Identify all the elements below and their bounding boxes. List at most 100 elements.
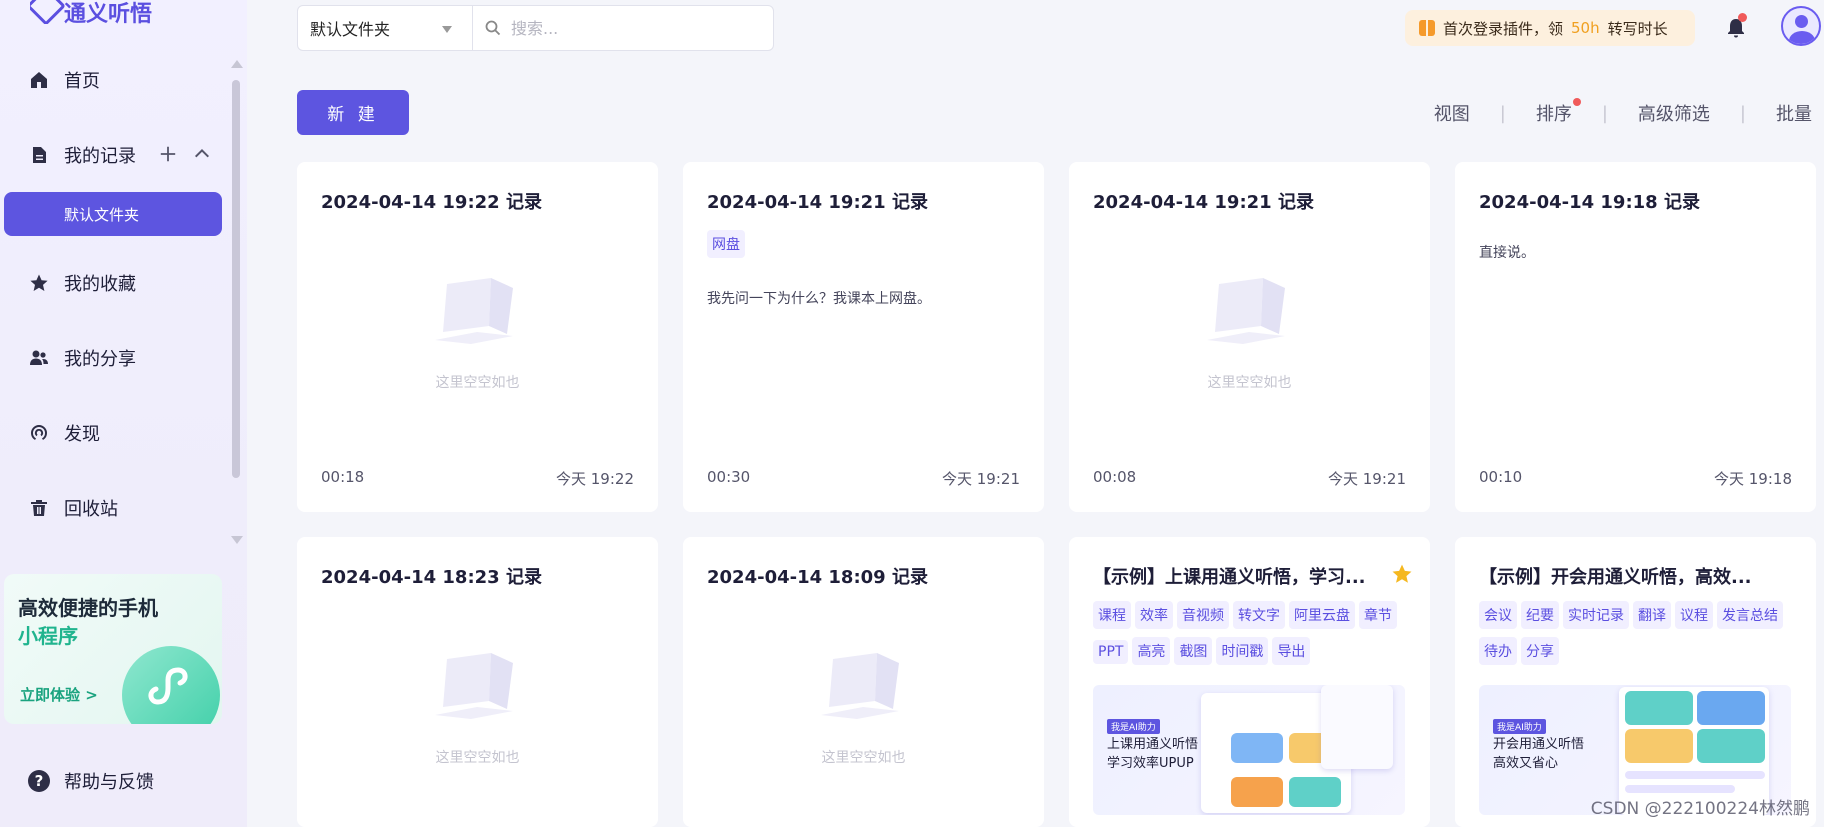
app-logo[interactable]: 通义听悟	[30, 0, 152, 24]
record-time: 今天 19:22	[556, 470, 634, 488]
search-box	[473, 6, 773, 50]
example-card-class[interactable]: 【示例】上课用通义听悟，学习... 课程 效率 音视频 转文字 阿里云盘 章节 PPT 高亮截…	[1069, 537, 1430, 827]
record-tag[interactable]: 阿里云盘	[1289, 601, 1355, 629]
folder-default[interactable]: 默认文件夹	[4, 192, 222, 236]
empty-text: 这里空空如也	[435, 375, 520, 391]
nav-home[interactable]: 首页	[28, 65, 100, 95]
miniprogram-promo[interactable]: 高效便捷的手机 小程序 立即体验 >	[4, 574, 222, 724]
record-tag[interactable]: 时间戳	[1216, 637, 1269, 665]
folder-select[interactable]: 默认文件夹	[298, 6, 473, 50]
promo-cta-link[interactable]: 立即体验 >	[20, 684, 98, 705]
folder-select-value: 默认文件夹	[310, 20, 391, 39]
empty-box-icon	[1207, 278, 1285, 344]
record-tag[interactable]: 实时记录	[1563, 601, 1629, 629]
nav-discover[interactable]: 发现	[28, 418, 100, 448]
record-card[interactable]: 2024-04-14 19:22 记录 这里空空如也 00:18 今天 19:2…	[297, 162, 658, 512]
preview-tile	[1289, 777, 1341, 807]
favorite-star-icon[interactable]	[1391, 563, 1413, 585]
record-tag[interactable]: 网盘	[707, 230, 745, 258]
preview-participant	[1697, 691, 1765, 725]
sort-label: 排序	[1535, 104, 1572, 125]
home-icon	[28, 69, 50, 91]
record-tag[interactable]: 截图	[1174, 637, 1213, 665]
user-avatar[interactable]	[1781, 6, 1821, 46]
help-feedback[interactable]: ? 帮助与反馈	[28, 768, 154, 794]
record-tag[interactable]: 导出	[1272, 637, 1311, 665]
record-tag[interactable]: 转文字	[1233, 601, 1285, 629]
record-duration: 00:30	[707, 468, 751, 486]
plugin-promo-banner[interactable]: 首次登录插件，领 50h 转写时长	[1405, 10, 1695, 46]
record-card[interactable]: 2024-04-14 19:21 记录 这里空空如也 00:08 今天 19:2…	[1069, 162, 1430, 512]
view-button[interactable]: 视图	[1434, 100, 1470, 126]
advanced-filter-button[interactable]: 高级筛选	[1638, 100, 1710, 126]
preview-badge: 我是AI助力	[1493, 719, 1546, 734]
record-title: 【示例】上课用通义听悟，学习...	[1093, 567, 1366, 588]
record-tag[interactable]: 音视频	[1177, 601, 1229, 629]
preview-caption: 开会用通义听悟 高效又省心	[1493, 735, 1584, 773]
discover-icon	[28, 422, 50, 444]
record-tag[interactable]: 课程	[1093, 601, 1131, 629]
toolbar-divider: |	[1499, 102, 1506, 124]
empty-box-icon	[435, 278, 513, 344]
watermark: CSDN @222100224林然鹏	[1590, 799, 1810, 819]
toolbar-divider: |	[1739, 102, 1746, 124]
nav-discover-label: 发现	[64, 424, 100, 445]
record-tag[interactable]: 翻译	[1633, 601, 1671, 629]
nav-my-shares[interactable]: 我的分享	[28, 343, 136, 373]
plus-icon[interactable]	[158, 144, 178, 164]
scroll-up-arrow[interactable]	[231, 60, 243, 68]
new-record-button[interactable]: 新 建	[297, 90, 409, 135]
nav-favorites[interactable]: 我的收藏	[28, 268, 136, 298]
record-actions	[158, 144, 212, 164]
nav-my-shares-label: 我的分享	[64, 349, 136, 370]
nav-my-records-label: 我的记录	[64, 146, 136, 167]
search-input[interactable]	[511, 18, 751, 38]
nav-trash-label: 回收站	[64, 499, 118, 520]
chevron-up-icon[interactable]	[192, 144, 212, 164]
record-tag[interactable]: 分享	[1521, 637, 1559, 665]
empty-box-icon	[821, 653, 899, 719]
empty-box-icon	[435, 653, 513, 719]
preview-tile	[1231, 733, 1283, 763]
preview-line1: 上课用通义听悟	[1107, 737, 1199, 752]
scroll-down-arrow[interactable]	[231, 536, 243, 544]
batch-button[interactable]: 批量	[1776, 100, 1812, 126]
record-tag[interactable]: 待办	[1479, 637, 1517, 665]
record-snippet: 直接说。	[1479, 245, 1535, 261]
record-tag[interactable]: 议程	[1675, 601, 1713, 629]
record-title: 2024-04-14 19:22 记录	[321, 192, 542, 213]
record-tag[interactable]: 发言总结	[1717, 601, 1783, 629]
record-title: 2024-04-14 19:21 记录	[707, 192, 928, 213]
preview-line2: 学习效率UPUP	[1107, 756, 1194, 771]
nav-my-records[interactable]: 我的记录	[28, 140, 136, 170]
record-tag[interactable]: 纪要	[1521, 601, 1559, 629]
preview-caption: 上课用通义听悟 学习效率UPUP	[1107, 735, 1198, 773]
document-icon	[28, 144, 50, 166]
record-card[interactable]: 2024-04-14 18:09 记录 这里空空如也	[683, 537, 1044, 827]
record-title: 2024-04-14 19:18 记录	[1479, 192, 1700, 213]
sort-button[interactable]: 排序	[1535, 98, 1581, 126]
sidebar-scrollbar[interactable]	[232, 80, 240, 478]
record-card[interactable]: 2024-04-14 18:23 记录 这里空空如也	[297, 537, 658, 827]
nav-favorites-label: 我的收藏	[64, 274, 136, 295]
preview-participant	[1625, 729, 1693, 763]
record-card[interactable]: 2024-04-14 19:18 记录 直接说。 00:10 今天 19:18	[1455, 162, 1816, 512]
record-tag[interactable]: PPT	[1093, 640, 1129, 664]
record-tag[interactable]: 会议	[1479, 601, 1517, 629]
empty-text: 这里空空如也	[1207, 375, 1292, 391]
search-icon	[485, 20, 501, 36]
record-title: 2024-04-14 18:23 记录	[321, 567, 542, 588]
plugin-promo-pre: 首次登录插件，领	[1443, 19, 1564, 38]
record-tag[interactable]: 高亮	[1132, 637, 1171, 665]
example-preview-image: 我是AI助力 上课用通义听悟 学习效率UPUP	[1093, 685, 1405, 815]
search-bar: 默认文件夹	[297, 5, 774, 51]
miniprogram-icon	[122, 646, 220, 724]
sort-indicator-dot	[1572, 98, 1581, 106]
record-card[interactable]: 2024-04-14 19:21 记录 网盘 我先问一下为什么？我课本上网盘。 …	[683, 162, 1044, 512]
record-tag[interactable]: 效率	[1135, 601, 1173, 629]
record-time: 今天 19:21	[1328, 470, 1406, 488]
gift-icon	[1419, 20, 1435, 36]
record-tag[interactable]: 章节	[1359, 601, 1397, 629]
nav-trash[interactable]: 回收站	[28, 493, 118, 523]
example-card-meeting[interactable]: 【示例】开会用通义听悟，高效... 会议 纪要 实时记录 翻译 议程 发言总结待办 分享 我…	[1455, 537, 1816, 827]
